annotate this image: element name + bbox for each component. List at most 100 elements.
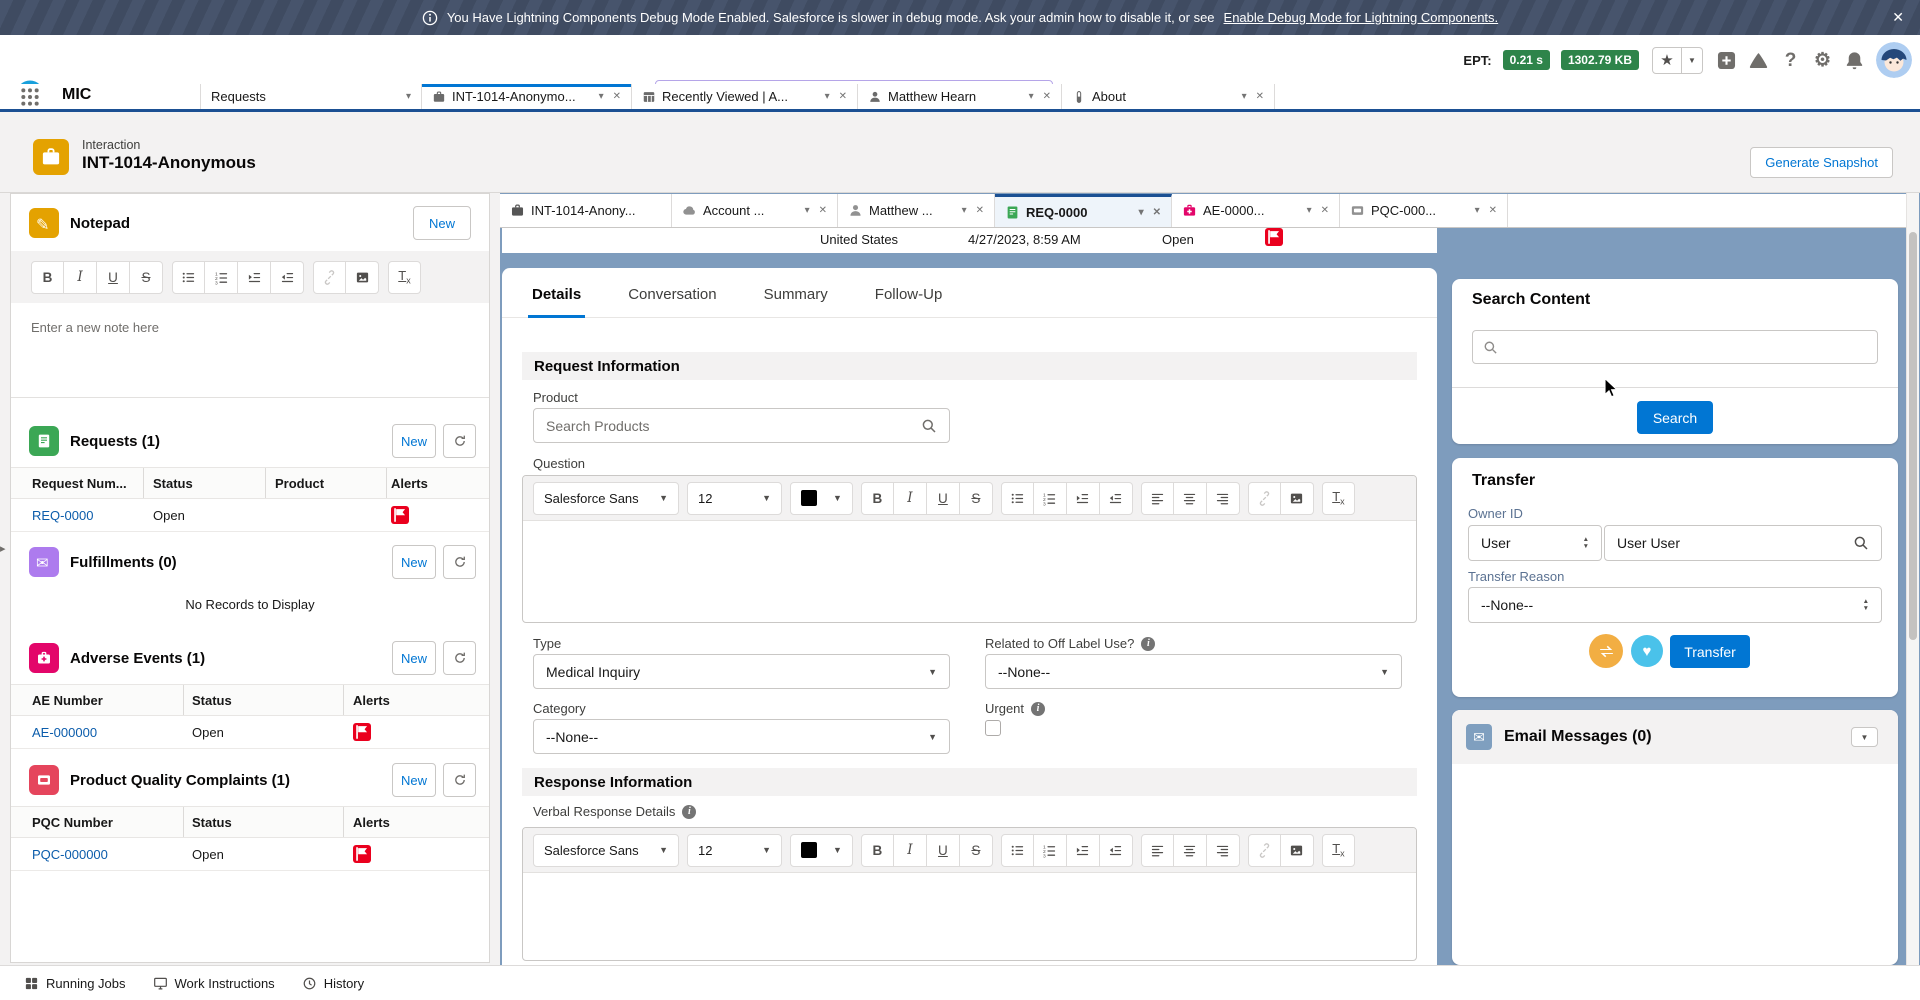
urgent-checkbox[interactable]	[985, 720, 1001, 736]
chevron-down-icon[interactable]: ▾	[805, 205, 810, 216]
align-right-button[interactable]	[1207, 482, 1240, 515]
refresh-button[interactable]	[443, 545, 476, 579]
favorites-chevron-down-icon[interactable]: ▼	[1682, 47, 1703, 74]
outdent-button[interactable]	[271, 261, 304, 294]
link-button[interactable]	[313, 261, 346, 294]
align-left-button[interactable]	[1141, 482, 1174, 515]
indent-button[interactable]	[1067, 482, 1100, 515]
category-select[interactable]: --None-- ▼	[533, 719, 950, 754]
strike-button[interactable]: S	[130, 261, 163, 294]
question-textarea[interactable]	[523, 521, 1416, 623]
nav-tab-int-1014-anonymo[interactable]: INT-1014-Anonymo...▾✕	[422, 84, 632, 109]
follow-heart-button[interactable]: ♥	[1631, 635, 1663, 667]
chevron-down-icon[interactable]: ▾	[1139, 207, 1144, 218]
chevron-down-icon[interactable]: ▾	[599, 91, 604, 102]
record-link[interactable]: PQC-000000	[32, 838, 108, 871]
setup-gear-icon[interactable]: ⚙	[1812, 50, 1833, 71]
subtab-pqc-000[interactable]: PQC-000...▾✕	[1340, 194, 1508, 227]
strike-button[interactable]: S	[960, 834, 993, 867]
add-icon[interactable]	[1716, 50, 1737, 71]
utility-item-running-jobs[interactable]: Running Jobs	[24, 976, 126, 991]
image-button[interactable]	[1281, 834, 1314, 867]
subtab-req-0000[interactable]: REQ-0000▾✕	[995, 194, 1172, 227]
subtab-matthew[interactable]: Matthew ...▾✕	[838, 194, 995, 227]
owner-lookup-field[interactable]: User User	[1604, 525, 1882, 561]
favorites-star-icon[interactable]: ★	[1652, 47, 1682, 74]
image-button[interactable]	[1281, 482, 1314, 515]
text-color-button[interactable]: ▼	[790, 482, 853, 515]
align-left-button[interactable]	[1141, 834, 1174, 867]
related-off-label-select[interactable]: --None-- ▼	[985, 654, 1402, 689]
nav-tab-matthew-hearn[interactable]: Matthew Hearn▾✕	[858, 84, 1062, 109]
tab-summary[interactable]: Summary	[764, 272, 828, 317]
utility-item-history[interactable]: History	[302, 976, 364, 991]
underline-button[interactable]: U	[927, 834, 960, 867]
verbal-response-textarea[interactable]	[523, 873, 1416, 961]
generate-snapshot-button[interactable]: Generate Snapshot	[1750, 147, 1893, 178]
bold-button[interactable]: B	[861, 482, 894, 515]
notepad-input[interactable]: Enter a new note here	[11, 303, 489, 398]
new-button[interactable]: New	[392, 641, 436, 675]
font-size-select[interactable]: 12▼	[687, 834, 782, 867]
close-icon[interactable]: ✕	[1892, 9, 1904, 26]
nav-tab-about[interactable]: About▾✕	[1062, 84, 1275, 109]
align-right-button[interactable]	[1207, 834, 1240, 867]
italic-button[interactable]: I	[894, 482, 927, 515]
sidebar-expand-arrow-icon[interactable]: ▸	[0, 536, 12, 560]
chevron-down-icon[interactable]: ▾	[406, 91, 411, 102]
close-icon[interactable]: ✕	[1043, 91, 1051, 102]
close-icon[interactable]: ✕	[613, 91, 621, 102]
nav-tab-recently-viewed-a[interactable]: Recently Viewed | A...▾✕	[632, 84, 858, 109]
refresh-button[interactable]	[443, 763, 476, 797]
info-icon[interactable]: i	[1031, 702, 1045, 716]
indent-button[interactable]	[1067, 834, 1100, 867]
italic-button[interactable]: I	[64, 261, 97, 294]
tab-conversation[interactable]: Conversation	[628, 272, 716, 317]
close-icon[interactable]: ✕	[1321, 205, 1329, 216]
product-lookup-field[interactable]	[533, 408, 950, 443]
new-button[interactable]: New	[392, 763, 436, 797]
close-icon[interactable]: ✕	[819, 205, 827, 216]
close-icon[interactable]: ✕	[1153, 207, 1161, 218]
numbered-list-button[interactable]: 123	[205, 261, 238, 294]
chevron-down-icon[interactable]: ▾	[1475, 205, 1480, 216]
subtab-int-1014-anony[interactable]: INT-1014-Anony...	[500, 194, 672, 227]
chevron-down-icon[interactable]: ▾	[1029, 91, 1034, 102]
owner-type-select[interactable]: User ▲▼	[1468, 525, 1602, 561]
refresh-button[interactable]	[443, 641, 476, 675]
nav-tab-requests[interactable]: Requests▾	[200, 84, 422, 109]
chevron-down-icon[interactable]: ▾	[962, 205, 967, 216]
outdent-button[interactable]	[1100, 482, 1133, 515]
font-size-select[interactable]: 12▼	[687, 482, 782, 515]
link-button[interactable]	[1248, 482, 1281, 515]
search-button[interactable]: Search	[1637, 401, 1713, 434]
record-link[interactable]: AE-000000	[32, 716, 97, 749]
vertical-scrollbar[interactable]	[1906, 193, 1919, 965]
clear-format-button[interactable]: Tx	[1322, 482, 1355, 515]
trailhead-icon[interactable]	[1748, 50, 1769, 71]
chevron-down-icon[interactable]: ▾	[1307, 205, 1312, 216]
utility-item-work-instructions[interactable]: Work Instructions	[153, 976, 275, 991]
bullet-list-button[interactable]	[172, 261, 205, 294]
bold-button[interactable]: B	[31, 261, 64, 294]
notifications-bell-icon[interactable]	[1844, 50, 1865, 71]
chevron-down-icon[interactable]: ▾	[1242, 91, 1247, 102]
align-center-button[interactable]	[1174, 834, 1207, 867]
notepad-new-button[interactable]: New	[413, 206, 471, 240]
tab-follow-up[interactable]: Follow-Up	[875, 272, 943, 317]
close-icon[interactable]: ✕	[976, 205, 984, 216]
clear-format-button[interactable]: Tx	[1322, 834, 1355, 867]
close-icon[interactable]: ✕	[839, 91, 847, 102]
scrollbar-thumb[interactable]	[1909, 232, 1917, 640]
app-name[interactable]: MIC	[62, 86, 91, 104]
collapse-chevron-button[interactable]: ▼	[1851, 727, 1878, 747]
text-color-button[interactable]: ▼	[790, 834, 853, 867]
new-button[interactable]: New	[392, 545, 436, 579]
strike-button[interactable]: S	[960, 482, 993, 515]
product-input[interactable]	[546, 418, 921, 434]
numbered-list-button[interactable]: 123	[1034, 834, 1067, 867]
user-avatar[interactable]	[1876, 42, 1912, 78]
clear-format-button[interactable]: Tx	[388, 261, 421, 294]
close-icon[interactable]: ✕	[1489, 205, 1497, 216]
font-select[interactable]: Salesforce Sans▼	[533, 482, 679, 515]
